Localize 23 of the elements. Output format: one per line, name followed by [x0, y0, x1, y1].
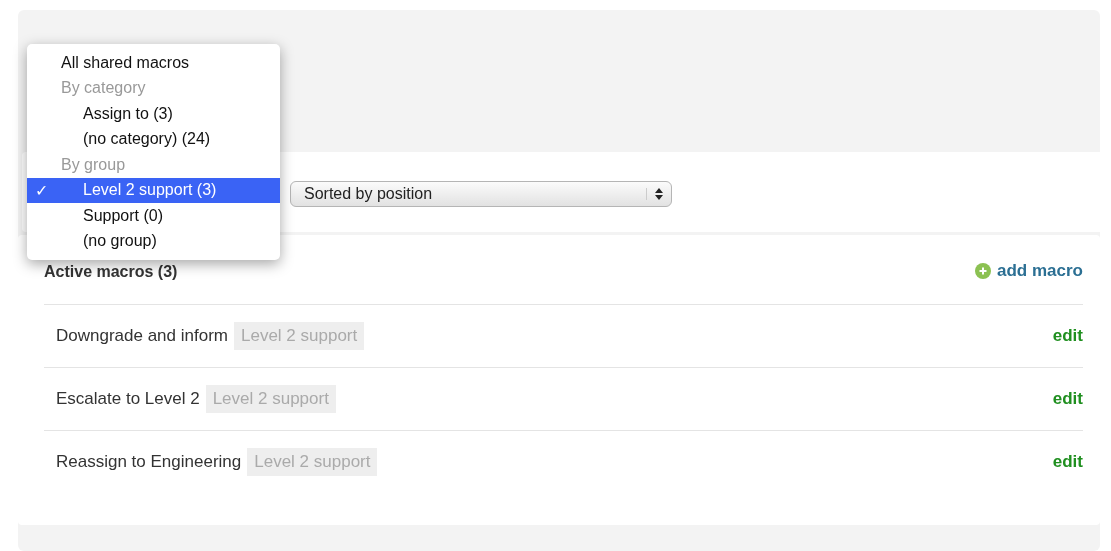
menu-item[interactable]: Support (0) — [27, 203, 280, 229]
menu-item[interactable]: ✓ Level 2 support (3) — [27, 177, 280, 203]
edit-link[interactable]: edit — [1052, 452, 1083, 472]
checkmark: ✓ — [34, 180, 49, 200]
group-tag: Level 2 support — [247, 448, 378, 476]
menu-item[interactable]: (no group) — [27, 228, 280, 254]
menu-group-label: By group — [60, 154, 127, 175]
plus-circle-icon — [975, 262, 991, 279]
up-down-arrows-icon — [646, 188, 663, 200]
macro-name: Downgrade and inform — [56, 326, 228, 346]
edit-link[interactable]: edit — [1052, 389, 1083, 409]
menu-group-label: By category — [60, 78, 147, 99]
menu-item[interactable]: (no category) (24) — [27, 126, 280, 152]
add-macro-link[interactable]: add macro — [975, 260, 1083, 281]
sort-select[interactable]: Sorted by position — [290, 181, 672, 207]
section-title: Active macros (3) — [44, 263, 178, 281]
group-tag: Level 2 support — [234, 322, 365, 350]
menu-item[interactable]: All shared macros — [27, 50, 280, 76]
menu-item[interactable]: Assign to (3) — [27, 101, 280, 127]
macro-name: Escalate to Level 2 — [56, 389, 200, 409]
edit-link[interactable]: edit — [1052, 326, 1083, 346]
group-tag: Level 2 support — [205, 385, 336, 413]
macro-name: Reassign to Engineering — [56, 452, 242, 472]
